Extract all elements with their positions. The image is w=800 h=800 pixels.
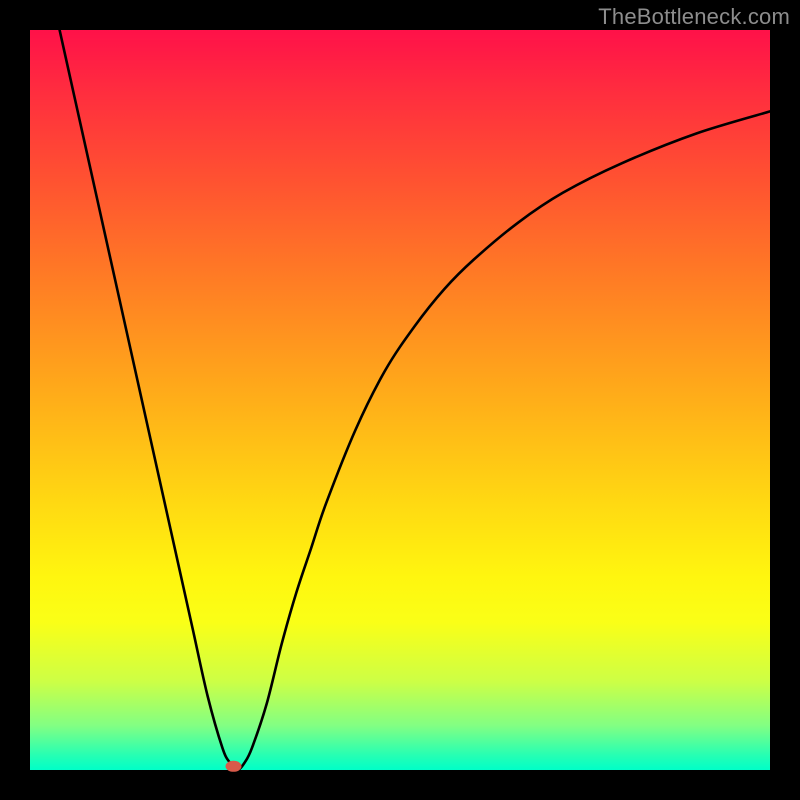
plot-area xyxy=(30,30,770,770)
chart-frame: TheBottleneck.com xyxy=(0,0,800,800)
bottleneck-curve-path xyxy=(60,30,770,770)
watermark-text: TheBottleneck.com xyxy=(598,4,790,30)
minimum-marker xyxy=(226,761,242,772)
line-plot xyxy=(30,30,770,770)
